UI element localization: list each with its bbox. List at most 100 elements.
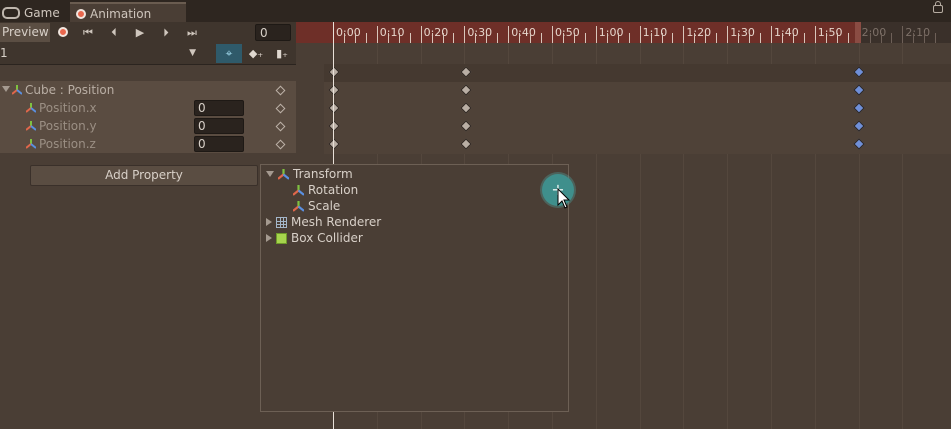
foldout-right-icon[interactable]	[266, 234, 272, 242]
add-keyframe-button[interactable]: ◆₊	[244, 44, 268, 63]
ruler-minor-tick	[387, 33, 389, 43]
ruler-minor-tick	[913, 33, 915, 43]
ruler-minor-tick	[694, 33, 696, 43]
ruler-tick-label: 2:00	[861, 26, 887, 39]
ruler-minor-tick	[431, 33, 433, 43]
first-keyframe-button[interactable]: ⏮	[76, 23, 100, 42]
ruler-major-tick	[508, 26, 510, 43]
popup-item-rotation[interactable]: Rotation	[293, 182, 358, 198]
ruler-minor-tick	[935, 33, 937, 43]
tab-game-label: Game	[24, 5, 60, 20]
property-value-input[interactable]: 0	[194, 118, 244, 134]
last-keyframe-button[interactable]: ⏭	[180, 23, 204, 42]
ruler-minor-tick	[365, 33, 367, 43]
ruler-minor-tick	[705, 33, 707, 43]
ruler-minor-tick	[584, 33, 586, 43]
popup-item-box-collider[interactable]: Box Collider	[266, 230, 363, 246]
transform-icon	[12, 85, 22, 95]
ruler-minor-tick	[891, 33, 893, 43]
transform-icon	[293, 184, 304, 196]
filter-by-selection-button[interactable]: ⌖	[216, 44, 242, 63]
property-row[interactable]: Position.x 0	[0, 99, 296, 117]
tab-game[interactable]: Game	[0, 3, 70, 22]
ruler-minor-tick	[869, 33, 871, 43]
popup-item-label: Mesh Renderer	[291, 215, 382, 229]
ruler-tick-label: 1:20	[686, 26, 712, 39]
keyframe-toggle-icon[interactable]	[275, 85, 286, 96]
ruler-minor-tick	[716, 33, 718, 43]
keyframe-toggle-icon[interactable]	[275, 103, 286, 114]
popup-item-mesh-renderer[interactable]: Mesh Renderer	[266, 214, 381, 230]
ruler-major-tick	[771, 26, 772, 43]
foldout-down-icon[interactable]	[266, 171, 274, 177]
ruler-minor-tick	[760, 33, 762, 43]
ruler-tick-label: 0:10	[379, 26, 405, 39]
property-value-input[interactable]: 0	[194, 100, 244, 116]
ruler-major-tick	[727, 26, 729, 43]
ruler-minor-tick	[497, 33, 499, 43]
popup-item-scale[interactable]: Scale	[293, 198, 340, 214]
popup-item-label: Scale	[308, 199, 341, 213]
mesh-renderer-icon	[276, 216, 287, 228]
keyframe-toggle-icon[interactable]	[275, 139, 286, 150]
clip-row: 1 ▼ ⌖ ◆₊ ▮₊	[0, 43, 296, 65]
play-button[interactable]: ▶	[128, 23, 152, 42]
ruler-major-tick	[595, 26, 597, 43]
property-value-input[interactable]: 0	[194, 136, 244, 152]
add-keyframe-icon: ◆₊	[248, 47, 264, 60]
lock-icon[interactable]	[933, 1, 943, 13]
ruler-minor-tick	[880, 33, 882, 43]
property-label: Position.y	[39, 119, 97, 133]
game-controller-icon	[2, 6, 20, 19]
preview-button[interactable]: Preview	[0, 23, 50, 42]
ruler-tick-label: 1:40	[774, 26, 799, 39]
ruler-major-tick	[902, 26, 904, 43]
property-group-row[interactable]: Cube : Position	[0, 81, 296, 99]
frame-input[interactable]: 0	[255, 24, 291, 41]
transform-icon	[26, 121, 36, 131]
add-property-popup: Transform Rotation Scale Mesh Renderer B…	[260, 164, 569, 412]
next-keyframe-button[interactable]: ⏵	[154, 23, 178, 42]
ruler-minor-tick	[749, 33, 751, 43]
property-row[interactable]: Position.y 0	[0, 117, 296, 135]
ruler-major-tick	[376, 26, 378, 43]
ruler-minor-tick	[475, 33, 477, 43]
previous-keyframe-button[interactable]: ⏴	[102, 23, 126, 42]
record-button[interactable]	[51, 23, 75, 42]
clip-end-marker[interactable]	[855, 22, 861, 43]
ruler-minor-tick	[628, 33, 630, 43]
ruler-minor-tick	[661, 33, 663, 43]
step-back-icon: ⏴	[111, 26, 117, 39]
ruler-major-tick	[814, 26, 816, 43]
skip-to-start-icon: ⏮	[83, 26, 93, 39]
record-icon	[58, 27, 68, 37]
ruler-minor-tick	[442, 33, 444, 43]
clip-dropdown[interactable]: 1 ▼	[0, 44, 200, 63]
ruler-minor-tick	[562, 33, 564, 43]
box-collider-icon	[276, 232, 287, 244]
ruler-major-tick	[639, 26, 641, 43]
property-group-label: Cube : Position	[25, 83, 115, 97]
ruler-minor-tick	[519, 33, 521, 43]
ruler-tick-label: 0:00	[336, 26, 361, 39]
add-event-button[interactable]: ▮₊	[270, 44, 294, 63]
popup-item-transform[interactable]: Transform	[266, 166, 353, 182]
add-event-icon: ▮₊	[276, 47, 288, 60]
crosshair-icon: ⌖	[225, 46, 233, 60]
ruler-tick-label: 0:20	[423, 26, 449, 39]
transform-icon	[278, 168, 289, 180]
tab-animation-label: Animation	[90, 7, 152, 21]
ruler-tick-label: 1:30	[730, 26, 755, 39]
ruler-tick-label: 1:10	[642, 26, 668, 39]
foldout-down-icon[interactable]	[2, 86, 10, 92]
transform-icon	[26, 139, 36, 149]
property-row[interactable]: Position.z 0	[0, 135, 296, 153]
keyframe-toggle-icon[interactable]	[275, 121, 286, 132]
mouse-cursor-icon	[557, 188, 571, 209]
ruler-minor-tick	[606, 33, 608, 43]
add-property-button[interactable]: Add Property	[30, 165, 258, 186]
ruler-minor-tick	[847, 33, 849, 43]
tab-animation[interactable]: Animation	[70, 2, 186, 24]
ruler-major-tick	[683, 26, 685, 43]
foldout-right-icon[interactable]	[266, 218, 272, 226]
